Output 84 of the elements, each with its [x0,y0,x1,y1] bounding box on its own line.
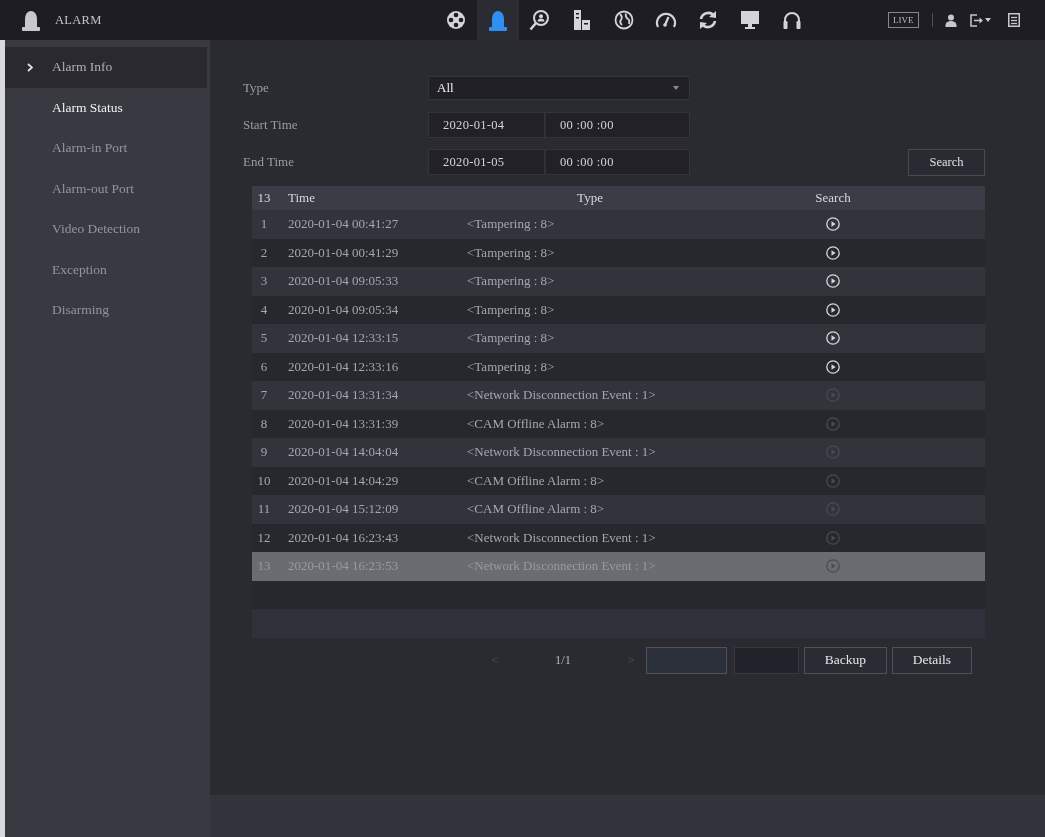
menu-item[interactable]: Alarm Info [5,47,207,88]
caret-icon[interactable] [984,18,991,22]
time-cell-text: 2020-01-04 09:05:33 [287,273,400,290]
menu-item[interactable]: Video Detection [5,209,207,250]
index-cell-text: 1 [259,216,269,233]
time-cell-text: 2020-01-04 15:12:09 [287,501,400,518]
type-cell-text: <Network Disconnection Event : 1> [466,529,657,546]
type-cell-text: <CAM Offline Alarm : 8> [466,501,606,518]
menu-item[interactable]: Disarming [5,290,207,331]
time-cell-text: 2020-01-04 00:41:29 [287,244,400,261]
time-cell-text: 2020-01-04 16:23:43 [287,529,400,546]
action-button[interactable]: Details [892,646,972,674]
table-row[interactable]: 3 2020-01-04 09:05:33 <Tampering : 8> [252,267,985,296]
user-icon[interactable] [944,13,957,27]
index-cell-text: 9 [259,444,269,461]
type-cell-text: <Tampering : 8> [466,216,556,233]
gauge-icon[interactable] [655,11,677,29]
devices-icon[interactable] [572,9,592,31]
time-cell-text: 2020-01-04 09:05:34 [287,301,400,318]
live-button[interactable]: LIVE [888,12,919,28]
list-icon[interactable] [1007,13,1020,27]
table-row[interactable]: 9 2020-01-04 14:04:04 <Network Disconnection Event : 1> [252,438,985,467]
type-cell-text: <Tampering : 8> [466,244,556,261]
index-cell-text: 10 [256,472,272,489]
type-cell-text: <Network Disconnection Event : 1> [466,444,657,461]
time-cell-text: 2020-01-04 13:31:39 [287,415,400,432]
menu-item[interactable]: Exception [5,249,207,290]
module-title: ALARM [55,12,102,28]
type-cell-text: <CAM Offline Alarm : 8> [466,415,606,432]
column-header: Search [815,190,851,206]
time-field[interactable]: 00 :00 :00 [545,112,690,138]
type-cell-text: <Tampering : 8> [466,301,556,318]
column-header: 13 [257,190,271,206]
globe-icon[interactable] [614,10,634,30]
time-cell-text: 2020-01-04 00:41:27 [287,216,400,233]
siren-icon[interactable] [488,9,508,31]
page-indicator: 1/1 [555,652,571,668]
field-label: Start Time [243,117,299,133]
field-label: Type [243,80,270,96]
date-field[interactable]: 2020-01-05 [428,149,545,175]
index-cell-text: 6 [259,358,269,375]
index-cell-text: 2 [259,244,269,261]
table-row[interactable]: 1 2020-01-04 00:41:27 <Tampering : 8> [252,210,985,239]
menu-item[interactable]: Alarm-out Port [5,168,207,209]
time-field[interactable]: 00 :00 :00 [545,149,690,175]
type-cell-text: <Tampering : 8> [466,330,556,347]
column-header: Type [577,190,603,206]
type-cell-text: <Tampering : 8> [466,358,556,375]
field-label: End Time [243,154,295,170]
time-cell-text: 2020-01-04 14:04:29 [287,472,400,489]
type-cell-text: <CAM Offline Alarm : 8> [466,472,606,489]
search-icon[interactable] [529,9,551,31]
time-cell-text: 2020-01-04 14:04:04 [287,444,400,461]
film-reel-icon[interactable] [446,10,466,30]
index-cell-text: 12 [256,529,272,546]
caret-icon [673,86,679,90]
menu-item[interactable]: Alarm Status [5,87,207,128]
input-field[interactable] [646,646,727,674]
type-cell-text: <Network Disconnection Event : 1> [466,387,657,404]
table-row[interactable]: 5 2020-01-04 12:33:15 <Tampering : 8> [252,324,985,353]
index-cell-text: 8 [259,415,269,432]
table-row[interactable]: 7 2020-01-04 13:31:34 <Network Disconnection Event : 1> [252,381,985,410]
headset-icon[interactable] [782,10,802,30]
refresh-icon[interactable] [698,9,718,31]
monitor-icon[interactable] [740,10,760,30]
date-field[interactable]: 2020-01-04 [428,112,545,138]
type-dropdown[interactable]: All [428,76,690,100]
type-cell-text: <Tampering : 8> [466,273,556,290]
chevron-icon [27,62,33,72]
index-cell-text: 4 [259,301,269,318]
column-header: Time [287,190,315,206]
table-row[interactable]: 11 2020-01-04 15:12:09 <CAM Offline Alarm : 8> [252,495,985,524]
menu-item[interactable]: Alarm-in Port [5,128,207,169]
siren-icon [21,9,41,31]
index-cell-text: 11 [256,501,272,518]
index-cell-text: 3 [259,273,269,290]
action-button[interactable]: Backup [804,646,887,674]
index-cell-text: 7 [259,387,269,404]
time-cell-text: 2020-01-04 12:33:15 [287,330,400,347]
logout-icon[interactable] [969,13,983,27]
index-cell-text: 5 [259,330,269,347]
time-cell-text: 2020-01-04 13:31:34 [287,387,400,404]
time-cell-text: 2020-01-04 12:33:16 [287,358,400,375]
search-button[interactable]: Search [908,148,985,176]
